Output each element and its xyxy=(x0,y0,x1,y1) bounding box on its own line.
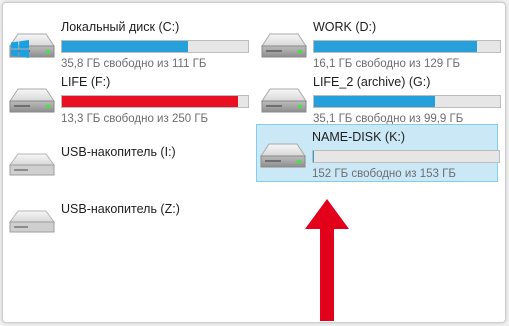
drive-d[interactable]: WORK (D:) 16,1 ГБ свободно из 129 ГБ xyxy=(258,15,501,71)
drive-free-space: 35,8 ГБ свободно из 111 ГБ xyxy=(61,58,207,70)
drive-f[interactable]: LIFE (F:) 13,3 ГБ свободно из 250 ГБ xyxy=(6,70,256,126)
usb-drive-icon xyxy=(8,205,56,239)
red-arrow-annotation xyxy=(305,199,349,321)
drive-usage-fill xyxy=(314,41,477,52)
drive-usage-fill xyxy=(314,96,435,107)
drive-usage-bar xyxy=(61,40,249,53)
hard-drive-icon xyxy=(260,29,308,63)
drive-name: LIFE_2 (archive) (G:) xyxy=(313,75,431,89)
drive-free-space: 16,1 ГБ свободно из 129 ГБ xyxy=(313,58,461,70)
drive-usage-bar xyxy=(61,95,249,108)
drive-usage-bar xyxy=(313,40,501,53)
drive-g[interactable]: LIFE_2 (archive) (G:) 35,1 ГБ свободно и… xyxy=(258,70,501,126)
drive-name: NAME-DISK (K:) xyxy=(312,130,406,144)
hard-drive-icon xyxy=(260,84,308,118)
drive-usage-fill xyxy=(313,151,315,162)
drive-name: USB-накопитель (Z:) xyxy=(61,202,180,216)
drive-usage-bar xyxy=(312,150,500,163)
drive-name: Локальный диск (C:) xyxy=(61,20,180,34)
usb-drive-icon xyxy=(8,148,56,182)
drive-name: USB-накопитель (I:) xyxy=(61,145,176,159)
drive-c[interactable]: Локальный диск (C:) 35,8 ГБ свободно из … xyxy=(6,15,256,71)
drive-name: WORK (D:) xyxy=(313,20,377,34)
drive-k[interactable]: NAME-DISK (K:) 152 ГБ свободно из 153 ГБ xyxy=(256,124,500,182)
hard-drive-icon xyxy=(259,139,307,173)
drive-usage-fill xyxy=(62,41,189,52)
drives-panel: Локальный диск (C:) 35,8 ГБ свободно из … xyxy=(2,2,506,323)
drive-usage-fill xyxy=(62,96,239,107)
drive-free-space: 152 ГБ свободно из 153 ГБ xyxy=(312,168,456,180)
windows-logo-icon xyxy=(11,40,29,58)
drive-name: LIFE (F:) xyxy=(61,75,111,89)
hard-drive-icon xyxy=(8,84,56,118)
drive-free-space: 13,3 ГБ свободно из 250 ГБ xyxy=(61,113,209,125)
drive-usage-bar xyxy=(313,95,501,108)
drive-i[interactable]: USB-накопитель (I:) xyxy=(6,134,256,190)
drive-z[interactable]: USB-накопитель (Z:) xyxy=(6,191,256,247)
